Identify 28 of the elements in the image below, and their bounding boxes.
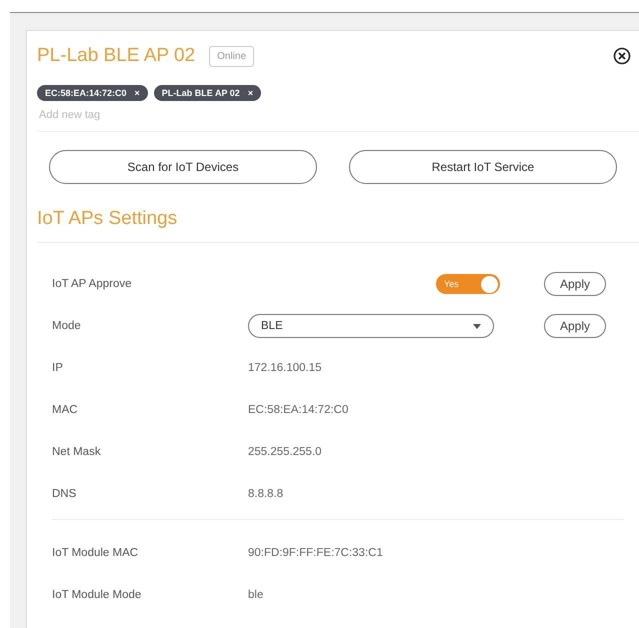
action-button[interactable]: Restart IoT Service: [349, 150, 617, 184]
mode-dropdown[interactable]: BLE: [248, 314, 494, 338]
info-label: IP: [52, 362, 64, 374]
info-label: Net Mask: [52, 446, 102, 458]
info-value: ble: [248, 589, 264, 601]
setting-label: IoT AP Approve: [52, 278, 132, 290]
apply-button[interactable]: Apply: [544, 314, 606, 338]
tag-label: PL-Lab BLE AP 02: [162, 88, 240, 98]
section-heading: IoT APs Settings: [37, 184, 639, 243]
apply-button[interactable]: Apply: [544, 272, 606, 296]
remove-tag-button[interactable]: ×: [134, 88, 140, 98]
device-title: PL-Lab BLE AP 02: [37, 45, 196, 67]
info-value: 255.255.255.0: [248, 446, 322, 458]
status-badge: Online: [209, 46, 254, 66]
caret-icon[interactable]: [473, 324, 481, 328]
tag-label: EC:58:EA:14:72:C0: [45, 88, 127, 98]
info-value: 8.8.8.8: [248, 488, 284, 500]
info-value: 90:FD:9F:FF:FE:7C:33:C1: [248, 547, 383, 559]
info-label: DNS: [52, 488, 78, 500]
info-value: 172.16.100.15: [248, 362, 322, 374]
close-icon[interactable]: [613, 47, 631, 65]
info-label: MAC: [52, 404, 79, 416]
remove-tag-button[interactable]: ×: [248, 88, 254, 98]
info-label: IoT Module Mode: [52, 589, 142, 601]
setting-label: Mode: [52, 320, 82, 332]
info-value: EC:58:EA:14:72:C0: [248, 404, 348, 416]
action-button[interactable]: Scan for IoT Devices: [49, 150, 317, 184]
info-label: IoT Module MAC: [52, 547, 140, 559]
